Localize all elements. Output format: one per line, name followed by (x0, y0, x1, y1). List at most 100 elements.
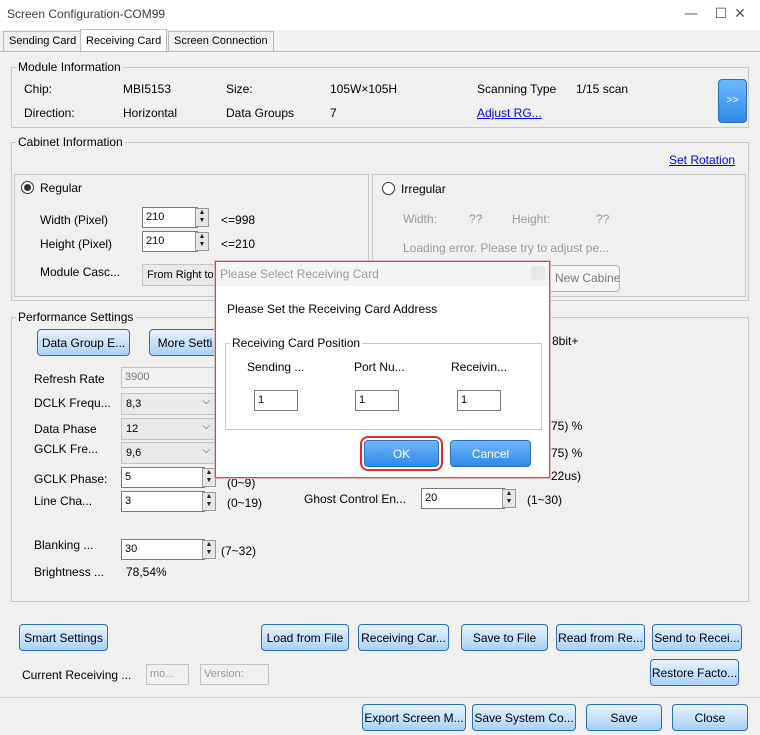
line-change-range: (0~19) (227, 496, 263, 510)
adjust-rg-link[interactable]: Adjust RG... (477, 106, 542, 120)
irregular-width-label: Width: (403, 212, 438, 226)
dialog-message: Please Set the Receiving Card Address (227, 302, 438, 316)
size-label: Size: (226, 82, 253, 96)
blanking-spinner[interactable]: ▲ ▼ (202, 540, 216, 559)
line-change-spinner[interactable]: ▲ ▼ (202, 492, 216, 511)
send-to-receiving-button[interactable]: Send to Recei... (652, 624, 742, 651)
ghost-control-spinner[interactable]: ▲ ▼ (502, 489, 516, 508)
close-button[interactable]: Close (672, 704, 748, 731)
dialog-title: Please Select Receiving Card (216, 262, 549, 286)
height-spinner[interactable]: ▲ ▼ (195, 232, 209, 251)
close-window-button[interactable]: ✕ (717, 0, 760, 30)
save-to-file-button[interactable]: Save to File (461, 624, 548, 651)
select-receiving-card-dialog: Please Select Receiving Card Please Set … (215, 261, 550, 478)
direction-label: Direction: (24, 106, 75, 120)
refresh-rate-label: Refresh Rate (34, 372, 105, 386)
save-system-config-button[interactable]: Save System Co... (472, 704, 576, 731)
regular-radio[interactable] (21, 181, 34, 194)
cabinet-info-legend: Cabinet Information (18, 135, 123, 149)
set-rotation-link[interactable]: Set Rotation (669, 153, 735, 167)
receiving-index-input[interactable]: 1 (457, 390, 501, 411)
cancel-button[interactable]: Cancel (450, 440, 531, 467)
title-bar: Screen Configuration-COM99 — ☐ ✕ (0, 0, 760, 30)
data-phase-value: 12 (126, 423, 139, 435)
tab-screen-connection[interactable]: Screen Connection (168, 31, 274, 51)
line-change-label: Line Cha... (34, 494, 93, 508)
smart-settings-button[interactable]: Smart Settings (19, 624, 108, 651)
sending-column-label: Sending ... (247, 360, 305, 374)
more-settings-button[interactable]: More Setti (149, 329, 221, 356)
save-button[interactable]: Save (586, 704, 662, 731)
version-field[interactable]: Version: (200, 664, 269, 685)
mode-field[interactable]: mo... (146, 664, 189, 685)
module-cascade-label: Module Casc... (40, 265, 121, 279)
width-spinner[interactable]: ▲ ▼ (195, 208, 209, 227)
gclk-freq-label: GCLK Fre... (34, 442, 99, 456)
restore-factory-button[interactable]: Restore Facto... (650, 659, 739, 686)
size-value: 105W×105H (330, 82, 398, 96)
height-limit: <=210 (221, 237, 256, 251)
module-cascade-select[interactable]: From Right to (142, 264, 217, 286)
percent-text-1: 75) % (551, 419, 583, 433)
sending-index-input[interactable]: 1 (254, 390, 298, 411)
port-index-input[interactable]: 1 (355, 390, 399, 411)
tab-receiving-card[interactable]: Receiving Card (80, 29, 168, 52)
line-change-input[interactable]: 3 (121, 491, 205, 512)
data-phase-select[interactable]: 12 ⌵ (121, 418, 217, 440)
card-position-legend: Receiving Card Position (232, 336, 361, 350)
dialog-close-icon[interactable] (531, 266, 545, 280)
irregular-label: Irregular (401, 182, 446, 196)
ghost-control-input[interactable]: 20 (421, 488, 505, 509)
width-pixel-input[interactable]: 210 (142, 207, 198, 228)
ok-button[interactable]: OK (360, 436, 443, 471)
blanking-input[interactable]: 30 (121, 539, 205, 560)
width-limit: <=998 (221, 213, 256, 227)
irregular-width-value: ?? (469, 212, 483, 226)
refresh-rate-input[interactable]: 3900 (121, 367, 215, 388)
direction-value: Horizontal (123, 106, 178, 120)
chevron-down-icon: ⌵ (202, 421, 210, 432)
us-text: 22us) (551, 469, 582, 483)
brightness-label: Brightness ... (34, 565, 105, 579)
bit-text: 8bit+ (552, 334, 579, 348)
dclk-value: 8,3 (126, 398, 142, 410)
scan-label: Scanning Type (477, 82, 557, 96)
chip-label: Chip: (24, 82, 53, 96)
regular-label: Regular (40, 181, 83, 195)
read-from-button[interactable]: Read from Re... (556, 624, 645, 651)
module-info-legend: Module Information (18, 60, 121, 74)
receiving-column-label: Receivin... (451, 360, 508, 374)
ghost-control-label: Ghost Control En... (304, 492, 407, 506)
data-group-button[interactable]: Data Group E... (37, 329, 130, 356)
gclk-phase-spinner[interactable]: ▲ ▼ (202, 468, 216, 487)
gclk-phase-range: (0~9) (227, 476, 256, 490)
brightness-value: 78,54% (126, 565, 167, 579)
export-screen-button[interactable]: Export Screen M... (362, 704, 466, 731)
card-position-group: Receiving Card Position (225, 336, 542, 430)
gclk-freq-select[interactable]: 9,6 ⌵ (121, 442, 217, 464)
dclk-label: DCLK Frequ... (34, 396, 111, 410)
footer-divider (0, 697, 760, 698)
height-pixel-label: Height (Pixel) (40, 237, 113, 251)
window-title: Screen Configuration-COM99 (7, 7, 166, 21)
tab-divider (0, 51, 760, 52)
height-pixel-input[interactable]: 210 (142, 231, 198, 252)
irregular-radio[interactable] (382, 182, 395, 195)
current-receiving-label: Current Receiving ... (22, 668, 132, 682)
dclk-select[interactable]: 8,3 ⌵ (121, 393, 217, 415)
irregular-height-label: Height: (512, 212, 551, 226)
gclk-phase-input[interactable]: 5 (121, 467, 205, 488)
scan-value: 1/15 scan (576, 82, 629, 96)
receiving-card-button[interactable]: Receiving Car... (358, 624, 449, 651)
port-column-label: Port Nu... (354, 360, 405, 374)
performance-legend: Performance Settings (18, 310, 134, 324)
ghost-control-range: (1~30) (527, 493, 563, 507)
chip-value: MBI5153 (123, 82, 172, 96)
load-from-file-button[interactable]: Load from File (261, 624, 349, 651)
module-more-button[interactable]: >> (718, 79, 747, 123)
chevron-down-icon: ⌵ (202, 445, 210, 456)
data-groups-value: 7 (330, 106, 337, 120)
blanking-label: Blanking ... (34, 538, 94, 552)
percent-text-2: 75) % (551, 446, 583, 460)
tab-sending-card[interactable]: Sending Card (3, 31, 83, 51)
